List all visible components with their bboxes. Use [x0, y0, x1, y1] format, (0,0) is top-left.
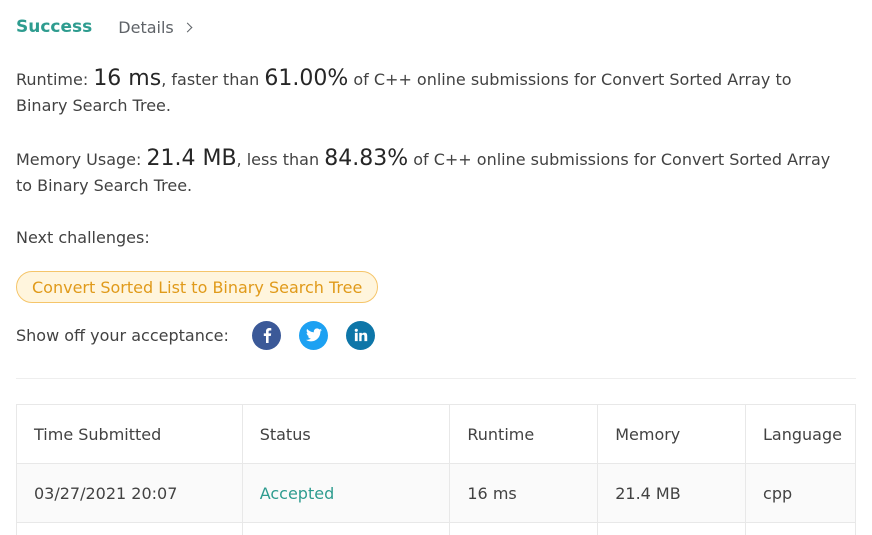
runtime-middle-text: , faster than [161, 70, 265, 89]
next-challenges-label: Next challenges: [16, 228, 150, 247]
column-header-time: Time Submitted [16, 404, 243, 464]
memory-label: Memory Usage: [16, 150, 147, 169]
memory-value: 21.4 MB [146, 146, 237, 171]
status-link[interactable]: Accepted [260, 484, 335, 503]
table-header-row: Time Submitted Status Runtime Memory Lan… [16, 404, 856, 464]
details-link[interactable]: Details [118, 17, 193, 37]
column-header-status: Status [241, 404, 451, 464]
details-label: Details [118, 17, 174, 37]
column-header-runtime: Runtime [449, 404, 599, 464]
submissions-table: Time Submitted Status Runtime Memory Lan… [16, 404, 856, 535]
submission-result-page: Success Details Runtime: 16 ms, faster t… [0, 0, 872, 535]
memory-middle-text: , less than [236, 150, 325, 169]
result-header: Success Details [16, 14, 193, 40]
memory-percent: 84.83% [324, 146, 409, 171]
cell-time-submitted: 03/27/2021 20:07 [16, 463, 243, 523]
linkedin-icon[interactable] [346, 320, 375, 350]
runtime-label: Runtime: [16, 70, 94, 89]
runtime-value: 16 ms [93, 66, 162, 91]
empty-cell [16, 522, 243, 535]
result-status-title: Success [16, 17, 93, 37]
cell-status: Accepted [241, 463, 451, 523]
runtime-percent: 61.00% [264, 66, 349, 91]
column-header-memory: Memory [597, 404, 747, 464]
next-challenge-button[interactable]: Convert Sorted List to Binary Search Tre… [16, 271, 379, 303]
section-divider [16, 378, 856, 379]
empty-cell [449, 522, 599, 535]
cell-runtime: 16 ms [449, 463, 599, 523]
share-row: Show off your acceptance: [16, 320, 393, 350]
share-label: Show off your acceptance: [16, 325, 229, 345]
cell-memory: 21.4 MB [597, 463, 747, 523]
empty-cell [597, 522, 747, 535]
memory-stat: Memory Usage: 21.4 MB, less than 84.83% … [16, 146, 836, 199]
cell-language: cpp [745, 463, 856, 523]
facebook-icon[interactable] [252, 320, 281, 350]
empty-cell [745, 522, 856, 535]
table-row [16, 522, 856, 535]
table-row[interactable]: 03/27/2021 20:07 Accepted 16 ms 21.4 MB … [16, 463, 856, 523]
twitter-icon[interactable] [299, 320, 328, 350]
empty-cell [241, 522, 451, 535]
column-header-language: Language [745, 404, 856, 464]
chevron-right-icon [182, 22, 193, 33]
runtime-stat: Runtime: 16 ms, faster than 61.00% of C+… [16, 66, 836, 119]
